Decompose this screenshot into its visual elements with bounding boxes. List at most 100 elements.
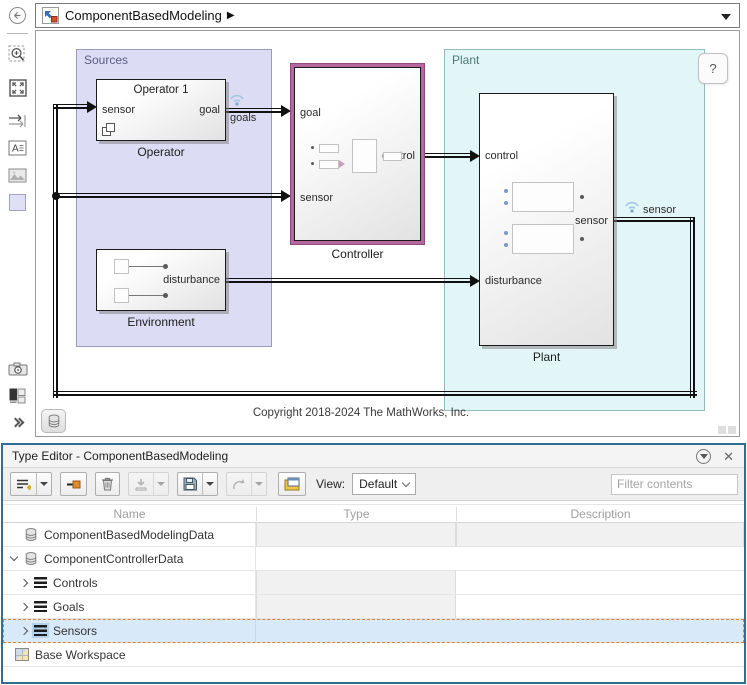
- controller-preview-mux: [339, 160, 345, 168]
- controller-preview-dot: [311, 162, 314, 165]
- column-header-description[interactable]: Description: [456, 507, 744, 521]
- image-button[interactable]: [7, 165, 28, 186]
- row-description-cell: [456, 643, 744, 666]
- goals-log-wireless-icon[interactable]: [228, 91, 246, 106]
- sensor-bus-right-segment[interactable]: [690, 217, 695, 398]
- table-row[interactable]: ComponentBasedModelingData: [3, 523, 744, 547]
- row-type-cell: [256, 643, 456, 666]
- data-dictionary-icon: [24, 527, 38, 542]
- viewmarks-icon: [9, 388, 26, 404]
- import-dropdown[interactable]: [153, 473, 168, 495]
- panel-dock-menu-button[interactable]: [696, 449, 711, 464]
- zoom-region-button[interactable]: [7, 44, 28, 65]
- filter-contents-input[interactable]: [611, 474, 738, 495]
- apply-changes-button[interactable]: [226, 472, 267, 496]
- table-row[interactable]: Controls: [3, 571, 744, 595]
- save-dropdown[interactable]: [202, 473, 217, 495]
- add-bus-element-button[interactable]: [60, 472, 87, 496]
- tree-expand-toggle[interactable]: [7, 557, 20, 560]
- delete-button[interactable]: [95, 472, 120, 496]
- chevron-collapsed-icon: [19, 626, 27, 634]
- breadcrumb-expand-arrow[interactable]: ▶: [227, 10, 235, 21]
- save-button[interactable]: [177, 472, 218, 496]
- trash-icon: [101, 477, 114, 491]
- table-header-row: Name Type Description: [3, 504, 744, 523]
- apply-dropdown[interactable]: [251, 473, 266, 495]
- plant-sensor-wire[interactable]: [614, 217, 695, 222]
- import-button[interactable]: [128, 472, 169, 496]
- table-row-selected[interactable]: Sensors: [3, 619, 744, 643]
- plant-preview-dot: [580, 195, 584, 199]
- operator-sensor-wire[interactable]: [53, 104, 88, 109]
- sensor-log-wireless-icon[interactable]: [623, 198, 641, 213]
- disturbance-wire[interactable]: [226, 278, 471, 283]
- double-chevron-icon: [12, 419, 23, 426]
- controller-block-label[interactable]: Controller: [290, 247, 425, 261]
- area-button[interactable]: [7, 192, 28, 213]
- palette-divider: [7, 33, 28, 34]
- add-type-dropdown[interactable]: [36, 473, 51, 495]
- annotation-button[interactable]: A: [7, 137, 28, 158]
- type-editor-title: Type Editor - ComponentBasedModeling: [12, 449, 228, 463]
- screenshot-button[interactable]: [7, 358, 28, 379]
- controller-port-goal: goal: [300, 107, 321, 119]
- breadcrumb[interactable]: ComponentBasedModeling ▶: [35, 3, 740, 28]
- row-name: Controls: [53, 576, 98, 590]
- breadcrumb-model-name[interactable]: ComponentBasedModeling: [65, 8, 222, 23]
- type-editor-titlebar[interactable]: Type Editor - ComponentBasedModeling ✕: [3, 445, 744, 468]
- environment-block[interactable]: disturbance: [96, 249, 226, 311]
- zoom-region-icon: [8, 45, 27, 64]
- controller-preview-shape: [319, 160, 339, 169]
- column-header-type[interactable]: Type: [256, 507, 456, 521]
- canvas-scrollbar-corner[interactable]: [718, 426, 736, 434]
- goals-wire-label[interactable]: goals: [230, 112, 256, 124]
- row-name: Base Workspace: [35, 648, 126, 662]
- view-select[interactable]: Default: [352, 473, 416, 495]
- environment-block-label[interactable]: Environment: [96, 315, 226, 329]
- model-canvas[interactable]: Sources Plant goals se: [35, 30, 740, 437]
- fit-to-view-button[interactable]: [7, 77, 28, 98]
- controller-sensor-wire[interactable]: [53, 193, 282, 198]
- sensor-bus-left-segment[interactable]: [53, 105, 58, 398]
- operator-block[interactable]: Operator 1 sensor goal: [96, 79, 226, 141]
- column-header-name[interactable]: Name: [3, 507, 256, 521]
- help-annotation-button[interactable]: ?: [698, 53, 728, 84]
- tree-expand-toggle[interactable]: [17, 628, 30, 634]
- view-select-value: Default: [359, 477, 397, 491]
- control-wire[interactable]: [425, 153, 471, 158]
- breadcrumb-dropdown-icon[interactable]: [721, 14, 731, 20]
- panel-close-button[interactable]: ✕: [723, 450, 734, 463]
- model-browser-toggle-button[interactable]: [9, 7, 26, 24]
- environment-preview-shape: [114, 259, 129, 274]
- sensor-bus-bottom-segment[interactable]: [53, 391, 697, 396]
- sources-area-label: Sources: [84, 53, 128, 67]
- plant-preview-shape: [512, 224, 574, 254]
- expand-sidebar-button[interactable]: [7, 412, 28, 433]
- row-type-cell: [256, 595, 456, 618]
- open-in-window-button[interactable]: [278, 472, 306, 496]
- sensor-wire-label[interactable]: sensor: [643, 204, 676, 216]
- tree-expand-toggle[interactable]: [17, 580, 30, 586]
- plant-block[interactable]: control disturbance sensor: [479, 93, 614, 346]
- type-editor-table: Name Type Description ComponentBasedMode…: [3, 504, 744, 667]
- environment-preview-line: [129, 295, 164, 296]
- controller-block[interactable]: goal sensor control: [294, 67, 421, 241]
- data-dictionary-badge-button[interactable]: [41, 409, 66, 433]
- bus-type-icon: [34, 601, 47, 612]
- table-row[interactable]: Base Workspace: [3, 643, 744, 667]
- row-description-cell: [456, 547, 744, 570]
- route-signals-button[interactable]: [7, 110, 28, 131]
- row-type-cell: [256, 571, 456, 594]
- environment-preview-dot: [163, 264, 168, 269]
- viewmarks-button[interactable]: [7, 385, 28, 406]
- model-reference-badge-icon[interactable]: [102, 123, 116, 136]
- simulink-model-icon: [42, 7, 59, 24]
- operator-block-label[interactable]: Operator: [96, 145, 226, 159]
- dropdown-caret-icon: [157, 482, 165, 486]
- tree-expand-toggle[interactable]: [17, 604, 30, 610]
- table-row[interactable]: Goals: [3, 595, 744, 619]
- table-row[interactable]: ComponentControllerData: [3, 547, 744, 571]
- help-annotation-text: ?: [709, 61, 716, 76]
- add-type-button[interactable]: [10, 472, 52, 496]
- plant-block-label[interactable]: Plant: [479, 350, 614, 364]
